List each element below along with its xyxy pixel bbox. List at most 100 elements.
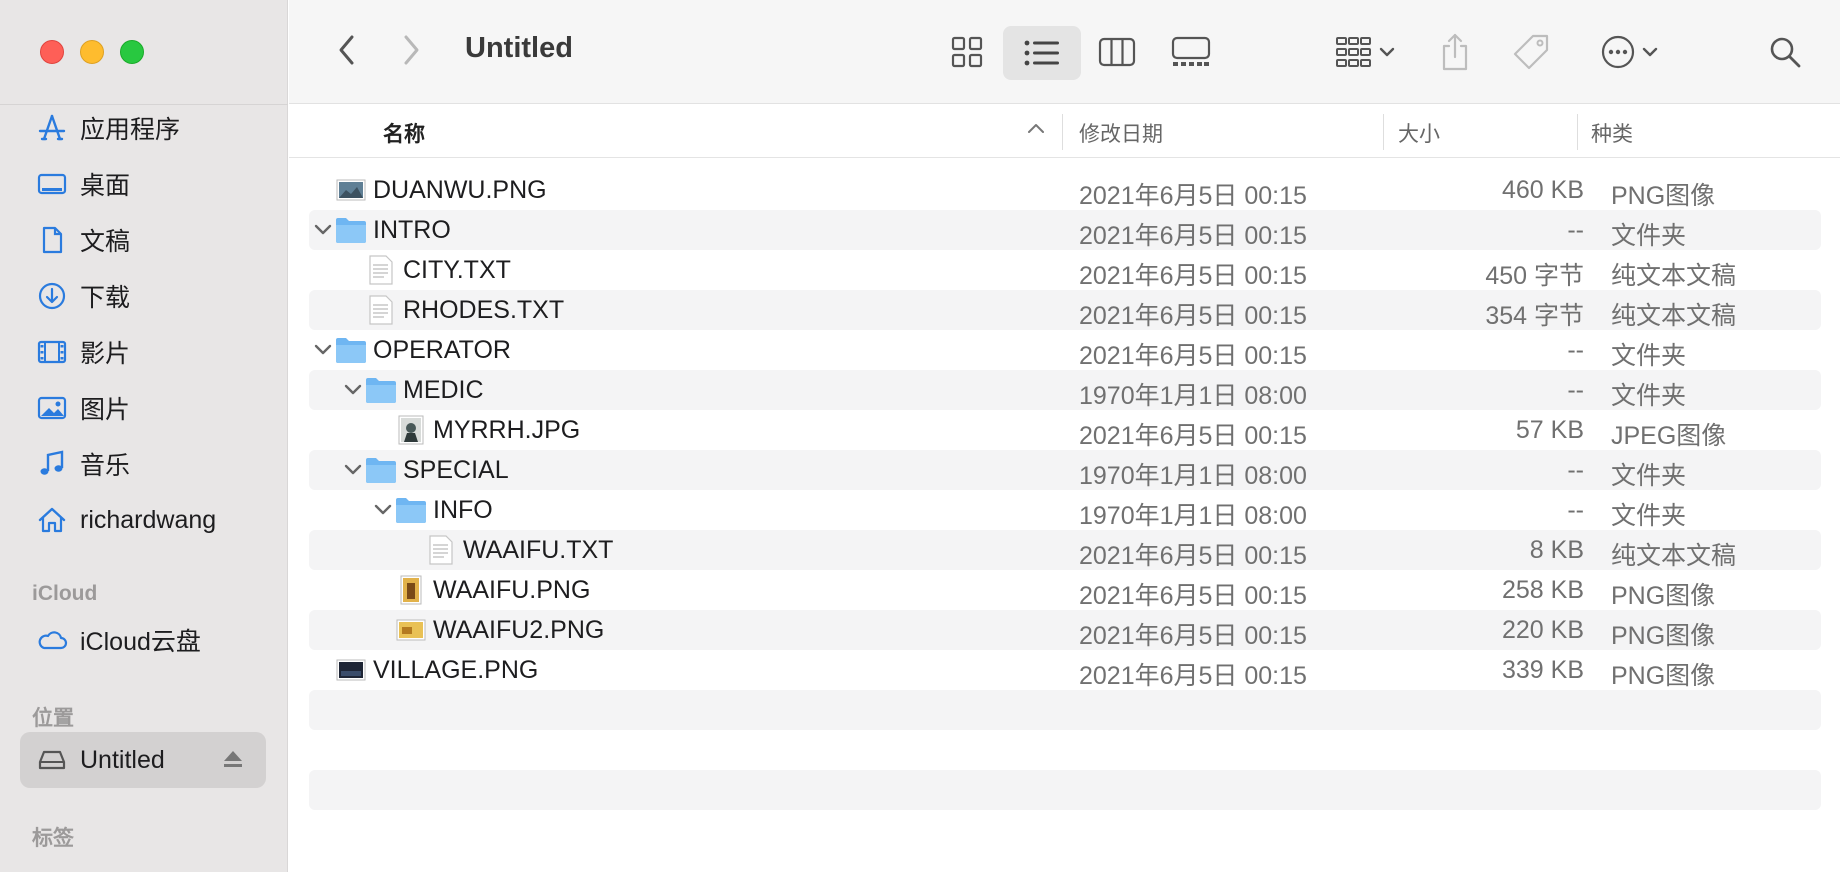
file-row[interactable]: WAAIFU.TXT 2021年6月5日 00:15 8 KB 纯文本文稿 [309,530,1821,570]
share-button[interactable] [1427,24,1483,80]
close-button[interactable] [40,40,64,64]
disclosure-chevron-down-icon[interactable] [311,218,335,242]
gallery-view-button[interactable] [1159,26,1223,78]
disclosure-chevron-down-icon[interactable] [341,458,365,482]
disclosure-chevron-down-icon[interactable] [341,378,365,402]
icon-view-button[interactable] [935,26,999,78]
list-view-button[interactable] [1003,26,1081,80]
sidebar-item-applications[interactable]: 应用程序 [20,100,266,156]
folder-icon [335,334,367,366]
cloud-icon [32,620,72,660]
chevron-left-icon [337,34,357,66]
file-date: 1970年1月1日 08:00 [1079,382,1307,410]
sort-ascending-icon[interactable] [1027,122,1045,134]
file-row[interactable]: RHODES.TXT 2021年6月5日 00:15 354 字节 纯文本文稿 [309,290,1821,330]
file-name: MEDIC [403,376,484,404]
file-name: OPERATOR [373,336,511,364]
search-button[interactable] [1759,26,1811,78]
file-kind: 纯文本文稿 [1611,542,1737,570]
file-row[interactable]: CITY.TXT 2021年6月5日 00:15 450 字节 纯文本文稿 [309,250,1821,290]
sidebar-item-downloads[interactable]: 下载 [20,268,266,324]
file-name: WAAIFU.PNG [433,576,591,604]
home-icon [32,500,72,540]
file-kind: 文件夹 [1611,502,1687,530]
column-separator[interactable] [1577,114,1578,150]
folder-row[interactable]: INFO 1970年1月1日 08:00 -- 文件夹 [309,490,1821,530]
disclosure-chevron-down-icon[interactable] [311,338,335,362]
file-kind: 纯文本文稿 [1611,262,1737,290]
sidebar-item-home[interactable]: richardwang [20,492,266,548]
sidebar-item-movies[interactable]: 影片 [20,324,266,380]
file-size: -- [1567,496,1584,524]
forward-button[interactable] [393,30,429,70]
sidebar-item-label: 应用程序 [80,116,181,144]
file-kind: 文件夹 [1611,342,1687,370]
group-by-button[interactable] [1325,26,1405,78]
file-date: 1970年1月1日 08:00 [1079,462,1307,490]
folder-row[interactable]: OPERATOR 2021年6月5日 00:15 -- 文件夹 [309,330,1821,370]
sidebar-item-pictures[interactable]: 图片 [20,380,266,436]
file-size: 8 KB [1529,536,1584,564]
zoom-button[interactable] [120,40,144,64]
column-kind-header[interactable]: 种类 [1591,118,1633,148]
folder-row[interactable]: MEDIC 1970年1月1日 08:00 -- 文件夹 [309,370,1821,410]
list-icon [1023,38,1061,68]
eject-icon[interactable] [222,749,244,769]
file-date: 2021年6月5日 00:15 [1079,262,1307,290]
folder-row[interactable]: SPECIAL 1970年1月1日 08:00 -- 文件夹 [309,450,1821,490]
sidebar-item-desktop[interactable]: 桌面 [20,156,266,212]
file-row[interactable]: MYRRH.JPG 2021年6月5日 00:15 57 KB JPEG图像 [309,410,1821,450]
folder-icon [365,454,397,486]
music-icon [32,444,72,484]
column-view-button[interactable] [1085,26,1149,78]
file-size: 258 KB [1501,576,1584,604]
minimize-button[interactable] [80,40,104,64]
tag-icon [1511,32,1551,72]
back-button[interactable] [329,30,365,70]
column-name-header[interactable]: 名称 [383,118,425,148]
file-name: INTRO [373,216,451,244]
sidebar-item-music[interactable]: 音乐 [20,436,266,492]
column-size-header[interactable]: 大小 [1398,118,1440,148]
folder-row[interactable]: INTRO 2021年6月5日 00:15 -- 文件夹 [309,210,1821,250]
file-name: MYRRH.JPG [433,416,581,444]
folder-icon [395,494,427,526]
file-kind: PNG图像 [1611,622,1716,650]
text-file-icon [425,534,457,566]
column-header: 名称 修改日期 大小 种类 [289,104,1840,158]
disclosure-chevron-down-icon[interactable] [371,498,395,522]
image-file-icon [335,174,367,206]
column-separator[interactable] [1062,114,1063,150]
gallery-icon [1171,36,1211,68]
sidebar: 应用程序 桌面 文稿 下载 影片 图片 音乐 richardwang iClou… [0,0,288,872]
sidebar-item-icloud-drive[interactable]: iCloud云盘 [20,612,266,668]
file-name: DUANWU.PNG [373,176,547,204]
empty-row [309,690,1821,730]
column-separator[interactable] [1383,114,1384,150]
film-icon [32,332,72,372]
file-row[interactable]: DUANWU.PNG 2021年6月5日 00:15 460 KB PNG图像 [309,170,1821,210]
more-actions-button[interactable] [1589,26,1669,78]
file-row[interactable]: WAAIFU2.PNG 2021年6月5日 00:15 220 KB PNG图像 [309,610,1821,650]
file-size: 450 字节 [1485,262,1584,290]
file-kind: JPEG图像 [1611,422,1727,450]
document-icon [32,220,72,260]
tag-button[interactable] [1503,24,1559,80]
file-row[interactable]: VILLAGE.PNG 2021年6月5日 00:15 339 KB PNG图像 [309,650,1821,690]
ellipsis-circle-icon [1600,34,1636,70]
group-icon [1335,35,1373,69]
file-size: 460 KB [1501,176,1584,204]
file-name: VILLAGE.PNG [373,656,539,684]
sidebar-item-documents[interactable]: 文稿 [20,212,266,268]
text-file-icon [365,294,397,326]
applications-icon [32,108,72,148]
column-date-header[interactable]: 修改日期 [1079,118,1163,148]
finder-window: 应用程序 桌面 文稿 下载 影片 图片 音乐 richardwang iClou… [0,0,1840,872]
toolbar: Untitled [289,0,1840,104]
file-row[interactable]: WAAIFU.PNG 2021年6月5日 00:15 258 KB PNG图像 [309,570,1821,610]
file-size: -- [1567,336,1584,364]
window-controls [40,40,144,64]
sidebar-item-untitled-drive[interactable]: Untitled [20,732,266,788]
file-name: WAAIFU.TXT [463,536,614,564]
file-size: 339 KB [1501,656,1584,684]
